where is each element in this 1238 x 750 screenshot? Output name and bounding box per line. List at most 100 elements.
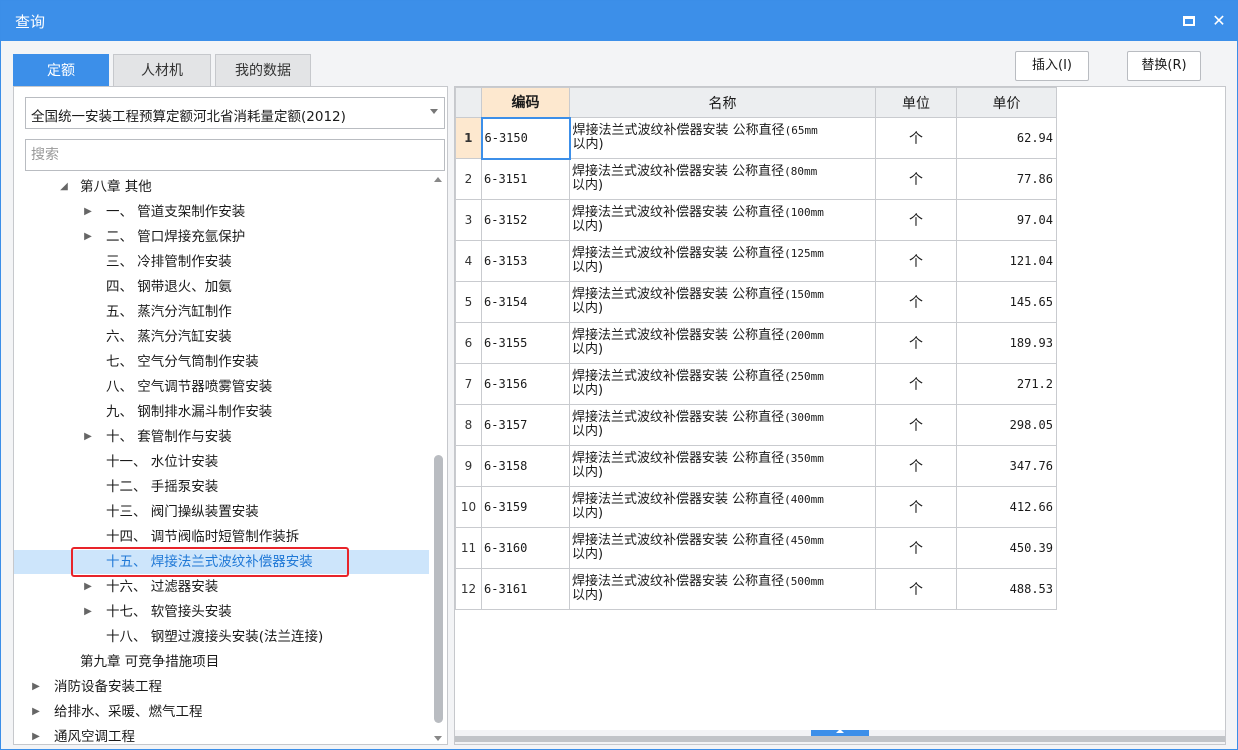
quota-unit[interactable]: 个: [875, 363, 957, 405]
quota-name[interactable]: 焊接法兰式波纹补偿器安装 公称直径(400mm 以内): [569, 486, 876, 528]
table-row[interactable]: 10 6-3159 焊接法兰式波纹补偿器安装 公称直径(400mm 以内) 个 412.6…: [455, 486, 1057, 528]
quota-unit[interactable]: 个: [875, 486, 957, 528]
row-number[interactable]: 12: [455, 568, 482, 610]
expand-triangle-icon[interactable]: ▶: [30, 675, 42, 699]
row-number[interactable]: 2: [455, 158, 482, 200]
table-row[interactable]: 4 6-3153 焊接法兰式波纹补偿器安装 公称直径(125mm 以内) 个 121.04: [455, 240, 1057, 282]
insert-button[interactable]: 插入(I): [1015, 51, 1089, 81]
quota-unit[interactable]: 个: [875, 281, 957, 323]
row-number[interactable]: 11: [455, 527, 482, 569]
search-input[interactable]: [25, 139, 445, 171]
quota-price[interactable]: 97.04: [956, 199, 1057, 241]
quota-code[interactable]: 6-3160: [481, 527, 570, 569]
quota-code[interactable]: 6-3153: [481, 240, 570, 282]
table-row[interactable]: 12 6-3161 焊接法兰式波纹补偿器安装 公称直径(500mm 以内) 个 488.5…: [455, 568, 1057, 610]
quota-unit[interactable]: 个: [875, 568, 957, 610]
quota-price[interactable]: 298.05: [956, 404, 1057, 446]
table-row[interactable]: 11 6-3160 焊接法兰式波纹补偿器安装 公称直径(450mm 以内) 个 450.3…: [455, 527, 1057, 569]
table-row[interactable]: 1 6-3150 焊接法兰式波纹补偿器安装 公称直径(65mm 以内) 个 62.94: [455, 116, 1057, 160]
tree-node[interactable]: 十一、 水位计安装: [14, 450, 429, 474]
tree-node[interactable]: 四、 钢带退火、加氨: [14, 275, 429, 299]
header-unit[interactable]: 单位: [875, 87, 957, 118]
quota-name[interactable]: 焊接法兰式波纹补偿器安装 公称直径(350mm 以内): [569, 445, 876, 487]
expand-triangle-icon[interactable]: ▶: [82, 225, 94, 249]
tree-node[interactable]: 九、 钢制排水漏斗制作安装: [14, 400, 429, 424]
table-row[interactable]: 8 6-3157 焊接法兰式波纹补偿器安装 公称直径(300mm 以内) 个 298.05: [455, 404, 1057, 446]
quota-unit[interactable]: 个: [875, 527, 957, 569]
quota-name[interactable]: 焊接法兰式波纹补偿器安装 公称直径(250mm 以内): [569, 363, 876, 405]
table-row[interactable]: 2 6-3151 焊接法兰式波纹补偿器安装 公称直径(80mm 以内) 个 77.86: [455, 158, 1057, 200]
row-number[interactable]: 9: [455, 445, 482, 487]
tree-node[interactable]: 六、 蒸汽分汽缸安装: [14, 325, 429, 349]
quota-code[interactable]: 6-3152: [481, 199, 570, 241]
expand-triangle-icon[interactable]: ▶: [82, 200, 94, 224]
row-number[interactable]: 10: [455, 486, 482, 528]
quota-code[interactable]: 6-3155: [481, 322, 570, 364]
row-number[interactable]: 4: [455, 240, 482, 282]
quota-price[interactable]: 488.53: [956, 568, 1057, 610]
tree-node[interactable]: ▶ 给排水、采暖、燃气工程: [14, 700, 429, 724]
quota-library-select[interactable]: 全国统一安装工程预算定额河北省消耗量定额(2012): [25, 97, 445, 129]
tree-node[interactable]: 五、 蒸汽分汽缸制作: [14, 300, 429, 324]
quota-unit[interactable]: 个: [875, 158, 957, 200]
tree-node[interactable]: 十五、 焊接法兰式波纹补偿器安装: [14, 550, 429, 574]
quota-name[interactable]: 焊接法兰式波纹补偿器安装 公称直径(450mm 以内): [569, 527, 876, 569]
scroll-down-icon[interactable]: [434, 736, 442, 741]
header-code[interactable]: 编码: [481, 87, 570, 118]
quota-unit[interactable]: 个: [875, 199, 957, 241]
quota-price[interactable]: 450.39: [956, 527, 1057, 569]
quota-unit[interactable]: 个: [875, 117, 957, 159]
tree-scrollbar[interactable]: [431, 175, 445, 743]
quota-price[interactable]: 145.65: [956, 281, 1057, 323]
expand-triangle-icon[interactable]: ▶: [82, 575, 94, 599]
quota-unit[interactable]: 个: [875, 322, 957, 364]
quota-code[interactable]: 6-3161: [481, 568, 570, 610]
quota-code[interactable]: 6-3154: [481, 281, 570, 323]
table-row[interactable]: 3 6-3152 焊接法兰式波纹补偿器安装 公称直径(100mm 以内) 个 97.04: [455, 199, 1057, 241]
quota-price[interactable]: 77.86: [956, 158, 1057, 200]
tree-node[interactable]: ▶ 二、 管口焊接充氩保护: [14, 225, 429, 249]
quota-name[interactable]: 焊接法兰式波纹补偿器安装 公称直径(150mm 以内): [569, 281, 876, 323]
quota-unit[interactable]: 个: [875, 240, 957, 282]
tree-node[interactable]: ◢ 第八章 其他: [14, 175, 429, 199]
replace-button[interactable]: 替换(R): [1127, 51, 1201, 81]
quota-code[interactable]: 6-3157: [481, 404, 570, 446]
scroll-thumb[interactable]: [434, 455, 443, 723]
tree-node[interactable]: ▶ 十六、 过滤器安装: [14, 575, 429, 599]
row-number[interactable]: 6: [455, 322, 482, 364]
quota-unit[interactable]: 个: [875, 445, 957, 487]
row-number[interactable]: 3: [455, 199, 482, 241]
tree-node[interactable]: ▶ 通风空调工程: [14, 725, 429, 743]
quota-name[interactable]: 焊接法兰式波纹补偿器安装 公称直径(200mm 以内): [569, 322, 876, 364]
tab-my-data[interactable]: 我的数据: [215, 54, 311, 86]
expand-triangle-icon[interactable]: ▶: [82, 425, 94, 449]
tree-node[interactable]: 十三、 阀门操纵装置安装: [14, 500, 429, 524]
tree-node[interactable]: 十二、 手摇泵安装: [14, 475, 429, 499]
table-row[interactable]: 9 6-3158 焊接法兰式波纹补偿器安装 公称直径(350mm 以内) 个 347.76: [455, 445, 1057, 487]
quota-name[interactable]: 焊接法兰式波纹补偿器安装 公称直径(125mm 以内): [569, 240, 876, 282]
tab-labor-material-machine[interactable]: 人材机: [113, 54, 211, 86]
expand-triangle-icon[interactable]: ▶: [30, 725, 42, 743]
quota-price[interactable]: 347.76: [956, 445, 1057, 487]
quota-code[interactable]: 6-3156: [481, 363, 570, 405]
row-number[interactable]: 5: [455, 281, 482, 323]
row-number[interactable]: 1: [455, 117, 482, 159]
quota-code[interactable]: 6-3158: [481, 445, 570, 487]
tree-node[interactable]: 八、 空气调节器喷雾管安装: [14, 375, 429, 399]
quota-name[interactable]: 焊接法兰式波纹补偿器安装 公称直径(80mm 以内): [569, 158, 876, 200]
expand-triangle-icon[interactable]: ▶: [30, 700, 42, 724]
table-row[interactable]: 6 6-3155 焊接法兰式波纹补偿器安装 公称直径(200mm 以内) 个 189.93: [455, 322, 1057, 364]
quota-name[interactable]: 焊接法兰式波纹补偿器安装 公称直径(100mm 以内): [569, 199, 876, 241]
tree-node[interactable]: ▶ 十七、 软管接头安装: [14, 600, 429, 624]
quota-name[interactable]: 焊接法兰式波纹补偿器安装 公称直径(500mm 以内): [569, 568, 876, 610]
quota-code[interactable]: 6-3151: [481, 158, 570, 200]
tree-node[interactable]: 十四、 调节阀临时短管制作装拆: [14, 525, 429, 549]
collapse-triangle-icon[interactable]: ◢: [58, 175, 70, 199]
quota-name[interactable]: 焊接法兰式波纹补偿器安装 公称直径(300mm 以内): [569, 404, 876, 446]
quota-price[interactable]: 189.93: [956, 322, 1057, 364]
tree-node[interactable]: ▶ 十、 套管制作与安装: [14, 425, 429, 449]
quota-price[interactable]: 62.94: [956, 117, 1057, 159]
quota-name[interactable]: 焊接法兰式波纹补偿器安装 公称直径(65mm 以内): [569, 117, 876, 159]
tree-node[interactable]: 七、 空气分气筒制作安装: [14, 350, 429, 374]
quota-price[interactable]: 271.2: [956, 363, 1057, 405]
